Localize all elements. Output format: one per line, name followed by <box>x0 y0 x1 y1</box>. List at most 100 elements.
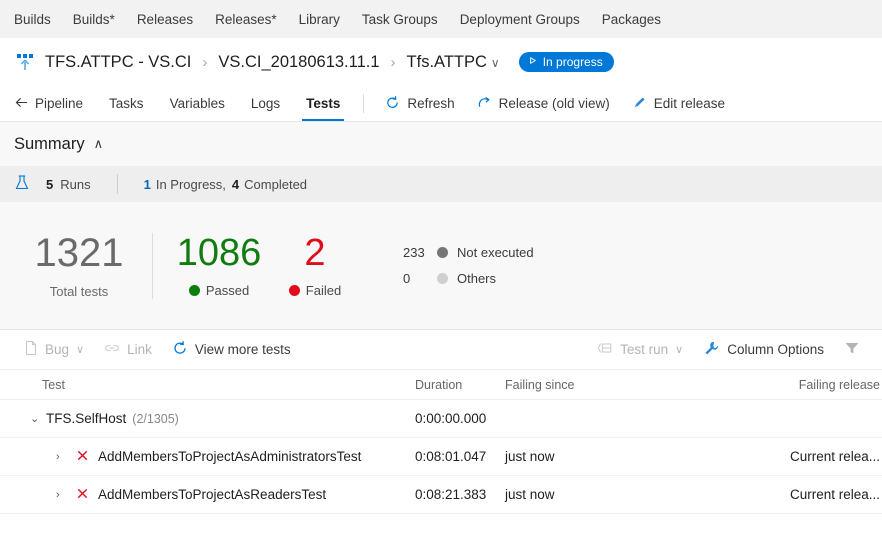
breadcrumb-environment[interactable]: Tfs.ATTPC ∨ <box>407 53 500 72</box>
chevron-down-icon[interactable]: ⌄ <box>30 412 46 425</box>
link-button[interactable]: Link <box>94 341 162 358</box>
bug-button[interactable]: Bug ∨ <box>14 340 94 359</box>
release-icon <box>14 51 36 73</box>
stat-failed[interactable]: 2 Failed <box>267 234 363 298</box>
column-options-button[interactable]: Column Options <box>693 340 834 359</box>
not-executed-label: Not executed <box>457 245 534 260</box>
runs-divider <box>116 174 118 194</box>
refresh-circle-icon <box>172 340 188 359</box>
tab-pipeline-label: Pipeline <box>35 96 84 111</box>
chevron-up-icon[interactable]: ∧ <box>94 136 104 152</box>
bug-label: Bug <box>45 342 70 357</box>
duration-cell: 0:08:01.047 <box>415 449 487 464</box>
tab-tasks-label: Tasks <box>109 96 144 111</box>
link-label: Link <box>127 342 152 357</box>
test-run-icon <box>597 341 613 358</box>
tab-logs[interactable]: Logs <box>238 86 293 121</box>
test-name: AddMembersToProjectAsAdministratorsTest <box>98 449 362 464</box>
bug-file-icon <box>24 340 38 359</box>
view-more-tests-label: View more tests <box>194 342 291 357</box>
filter-button[interactable] <box>834 341 870 358</box>
test-name-cell: ⌄ TFS.SelfHost (2/1305) <box>0 411 415 426</box>
completed-count: 4 <box>231 176 240 192</box>
chevron-right-icon[interactable]: › <box>56 451 72 463</box>
nav-item-releases-preview[interactable]: Releases* <box>215 12 277 27</box>
test-results-toolbar: Bug ∨ Link View more tests Test run ∨ Co… <box>0 330 882 370</box>
others-label: Others <box>457 271 497 286</box>
breadcrumb-separator-1: › <box>202 53 208 71</box>
edit-release-label: Edit release <box>653 96 726 111</box>
tab-pipeline[interactable]: Pipeline <box>14 86 96 121</box>
failed-dot-icon <box>288 284 300 296</box>
in-progress-count[interactable]: 1 <box>144 177 151 192</box>
total-tests-label: Total tests <box>49 283 109 299</box>
stat-total-tests: 1321 Total tests <box>14 233 144 299</box>
nav-item-packages[interactable]: Packages <box>602 12 661 27</box>
breadcrumb-release[interactable]: VS.CI_20180613.11.1 <box>218 53 379 72</box>
status-badge[interactable]: In progress <box>518 52 614 72</box>
nav-item-library[interactable]: Library <box>299 12 340 27</box>
nav-item-task-groups[interactable]: Task Groups <box>362 12 438 27</box>
stats-divider <box>152 232 153 299</box>
table-row[interactable]: › AddMembersToProjectAsAdministratorsTes… <box>0 438 882 476</box>
total-tests-value: 1321 <box>34 230 124 275</box>
test-group-counts: (2/1305) <box>132 411 179 426</box>
flask-icon <box>14 174 30 195</box>
table-row[interactable]: ⌄ TFS.SelfHost (2/1305) 0:00:00.000 <box>0 400 882 438</box>
status-badge-label: In progress <box>542 55 603 69</box>
tab-tests[interactable]: Tests <box>293 86 353 121</box>
passed-dot-icon <box>188 284 200 296</box>
test-group-name: TFS.SelfHost <box>46 411 127 426</box>
duration-cell: 0:08:21.383 <box>415 487 487 502</box>
edit-release-button[interactable]: Edit release <box>621 86 736 121</box>
failing-release-cell: Current relea... <box>789 487 880 502</box>
failing-release-cell: Current relea... <box>789 449 880 464</box>
tab-tests-label: Tests <box>306 96 341 111</box>
not-executed-dot-icon <box>437 247 448 258</box>
column-header-duration[interactable]: Duration <box>415 378 505 392</box>
view-more-tests-button[interactable]: View more tests <box>162 340 301 359</box>
test-results-table-header: Test Duration Failing since Failing rele… <box>0 370 882 400</box>
stat-passed[interactable]: 1086 Passed <box>171 234 267 298</box>
tab-variables[interactable]: Variables <box>157 86 238 121</box>
column-header-failing-since[interactable]: Failing since <box>505 378 740 392</box>
failed-value: 2 <box>304 231 326 274</box>
summary-header[interactable]: Summary ∧ <box>0 122 882 166</box>
breadcrumb: TFS.ATTPC - VS.CI › VS.CI_20180613.11.1 … <box>0 38 882 86</box>
link-icon <box>104 341 120 358</box>
refresh-icon <box>385 95 400 113</box>
failed-label: Failed <box>305 282 342 298</box>
top-navigation: Builds Builds* Releases Releases* Librar… <box>0 0 882 38</box>
nav-item-deployment-groups[interactable]: Deployment Groups <box>460 12 580 27</box>
release-old-view-button[interactable]: Release (old view) <box>466 86 621 121</box>
refresh-button[interactable]: Refresh <box>374 86 465 121</box>
stat-minor-group: 233 Not executed 0 Others <box>403 240 534 292</box>
failed-label-row: Failed <box>267 283 363 298</box>
failing-since-cell: just now <box>505 487 555 502</box>
chevron-right-icon[interactable]: › <box>56 489 72 501</box>
in-progress-label: In Progress, <box>155 176 226 192</box>
nav-item-builds-preview[interactable]: Builds* <box>73 12 115 27</box>
nav-item-builds[interactable]: Builds <box>14 12 51 27</box>
column-header-test[interactable]: Test <box>0 378 415 392</box>
test-name-cell: › AddMembersToProjectAsAdministratorsTes… <box>0 449 415 465</box>
stat-others[interactable]: 0 Others <box>403 266 534 292</box>
wrench-icon <box>703 340 720 359</box>
tab-variables-label: Variables <box>169 96 225 111</box>
column-header-failing-release[interactable]: Failing release <box>740 378 880 392</box>
passed-value: 1086 <box>176 231 262 274</box>
passed-label-row: Passed <box>171 283 267 298</box>
chevron-down-icon: ∨ <box>675 344 684 356</box>
test-name-cell: › AddMembersToProjectAsReadersTest <box>0 487 415 503</box>
tab-tasks[interactable]: Tasks <box>96 86 157 121</box>
failed-x-icon <box>76 487 89 503</box>
release-old-view-label: Release (old view) <box>498 96 610 111</box>
test-run-button[interactable]: Test run ∨ <box>587 341 693 358</box>
runs-count: 5 <box>46 176 54 192</box>
breadcrumb-definition[interactable]: TFS.ATTPC - VS.CI <box>45 53 191 72</box>
filter-icon <box>844 341 860 358</box>
stat-not-executed[interactable]: 233 Not executed <box>403 240 534 266</box>
table-row[interactable]: › AddMembersToProjectAsReadersTest 0:08:… <box>0 476 882 514</box>
runs-summary-band: 5 Runs 1 In Progress, 4 Completed <box>0 166 882 202</box>
nav-item-releases[interactable]: Releases <box>137 12 193 27</box>
